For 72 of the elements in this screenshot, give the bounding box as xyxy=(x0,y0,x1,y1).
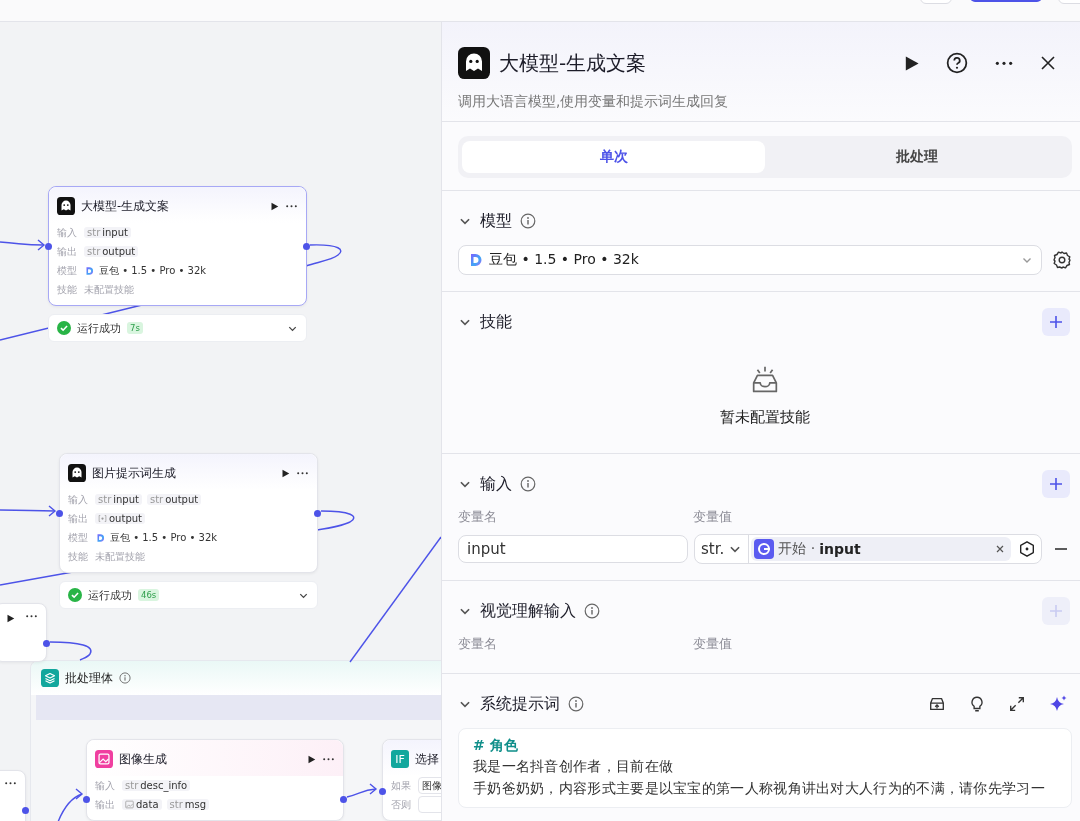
type-select[interactable]: str. xyxy=(695,535,750,563)
empty-message: 暂未配置技能 xyxy=(720,408,810,427)
model-select[interactable]: 豆包 • 1.5 • Pro • 32k xyxy=(458,245,1042,275)
prompt-line: 我是一名抖音创作者，目前在做 xyxy=(473,757,675,776)
skill-note: 未配置技能 xyxy=(84,283,134,296)
skill-note: 未配置技能 xyxy=(95,550,145,563)
condition-badge: IF xyxy=(391,750,409,768)
variable-name: desc_info xyxy=(140,780,188,791)
field-label: 模型 xyxy=(57,264,78,277)
section-title: 视觉理解输入 xyxy=(480,600,576,622)
node-card[interactable]: 大模型-生成文案 输入 str input 输出 str output 模型 豆包 • 1.5 • Pro • 32k 技能 未配置技能 xyxy=(48,186,307,306)
status-text: 运行成功 xyxy=(77,320,121,336)
variable-name: input xyxy=(113,494,139,505)
prompt-line: 手奶爸奶奶，内容形式主要是以宝宝的第一人称视角讲出对大人行为的不满，请你先学习一 xyxy=(473,779,1046,798)
model-name: 豆包 • 1.5 • Pro • 32k xyxy=(110,531,218,544)
field-label: 否则 xyxy=(391,798,412,811)
variable-name: output xyxy=(102,246,136,257)
batch-title: 批处理体 xyxy=(65,669,113,687)
column-header: 变量名 xyxy=(458,508,498,526)
prompt-editor[interactable]: # 角色 我是一名抖音创作者，目前在做 手奶爸奶奶，内容形式主要是以宝宝的第一人称视角讲出对大人行为的不满，请你先学习一 xyxy=(458,728,1072,808)
source-label: 开始 · xyxy=(778,540,816,558)
field-label: 技能 xyxy=(68,550,89,563)
type-label: str xyxy=(150,494,164,505)
field-label: 技能 xyxy=(57,283,78,296)
run-status-bar[interactable]: 运行成功 46s xyxy=(59,581,318,609)
field-label: 输入 xyxy=(95,779,116,792)
run-status-bar[interactable]: 运行成功 7s xyxy=(48,314,307,342)
variable-name: input xyxy=(819,541,861,557)
type-label: str xyxy=(169,799,183,810)
variable-name: data xyxy=(136,799,159,810)
column-header: 变量名 xyxy=(458,635,498,653)
field-label: 输出 xyxy=(57,245,78,258)
node-card[interactable]: 图像生成 输入 str desc_info 输出 data str msg xyxy=(86,739,344,821)
section-title: 模型 xyxy=(480,210,512,232)
model-name: 豆包 • 1.5 • Pro • 32k xyxy=(99,264,207,277)
node-title: 大模型-生成文案 xyxy=(81,198,171,214)
field-label: 输入 xyxy=(57,226,78,239)
reference-chip[interactable]: 开始 · input xyxy=(751,537,1011,561)
time-badge: 7s xyxy=(127,322,143,334)
time-badge: 46s xyxy=(138,589,160,601)
type-label: str xyxy=(98,494,112,505)
node-title: 图片提示词生成 xyxy=(92,465,177,481)
variable-name: output xyxy=(165,494,199,505)
type-label: str xyxy=(87,246,101,257)
prompt-heading: # 角色 xyxy=(473,737,519,755)
status-text: 运行成功 xyxy=(88,587,132,603)
section-title: 技能 xyxy=(480,311,512,333)
field-label: 如果 xyxy=(391,779,412,792)
model-name: 豆包 • 1.5 • Pro • 32k xyxy=(489,251,639,269)
variable-name: input xyxy=(102,227,128,238)
field-label: 输出 xyxy=(95,798,116,811)
variable-name: msg xyxy=(184,799,207,810)
node-title: 选择 xyxy=(415,751,440,767)
node-card[interactable]: IF 选择 如果 图像 否则 xyxy=(382,739,441,821)
field-label: 输入 xyxy=(68,493,89,506)
field-label: 模型 xyxy=(68,531,89,544)
panel-description: 调用大语言模型,使用变量和提示词生成回复 xyxy=(458,93,730,111)
panel-title: 大模型-生成文案 xyxy=(499,49,648,77)
batch-container[interactable]: 批处理体 图像生成 输入 str desc_info 输出 data str msg IF 选择 如果 图像 否则 xyxy=(30,660,441,821)
section-title: 系统提示词 xyxy=(480,693,560,715)
type-label: str xyxy=(87,227,101,238)
variable-name: output xyxy=(109,513,142,524)
mode-tab[interactable]: 批处理 xyxy=(765,141,1068,173)
field-label: 输出 xyxy=(68,512,89,525)
name-field[interactable]: input xyxy=(458,535,688,563)
node-card[interactable]: 图片提示词生成 输入 str input str output 输出 output 模型 豆包 • 1.5 • Pro • 32k 技能 未配置技能 xyxy=(59,453,318,573)
node-title: 图像生成 xyxy=(119,751,168,767)
section-title: 输入 xyxy=(480,473,512,495)
column-header: 变量值 xyxy=(693,508,733,526)
mode-tab[interactable]: 单次 xyxy=(462,141,765,173)
column-header: 变量值 xyxy=(693,635,733,653)
type-label: str xyxy=(125,780,139,791)
